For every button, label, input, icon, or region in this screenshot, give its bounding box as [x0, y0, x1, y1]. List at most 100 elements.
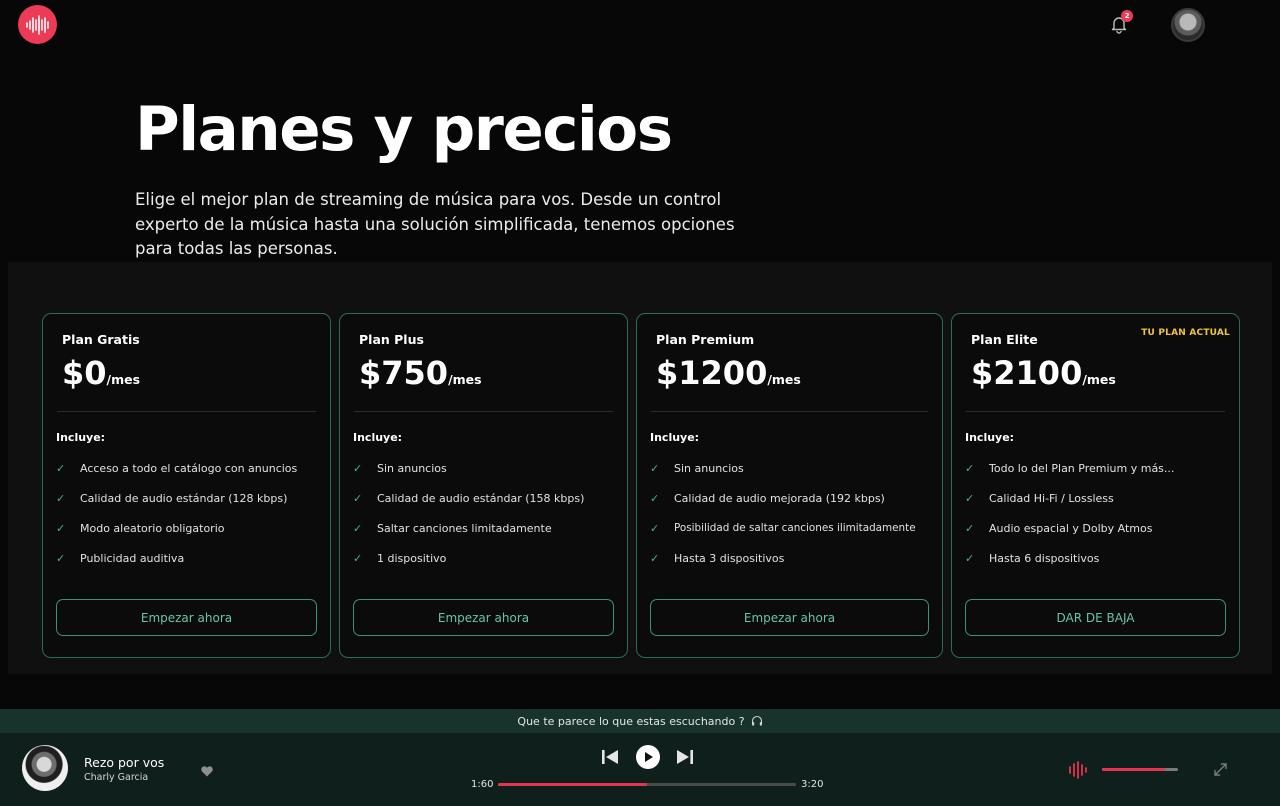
- feature-item: ✓ Modo aleatorio obligatorio: [56, 522, 324, 552]
- check-icon: ✓: [353, 522, 363, 535]
- feature-text: Sin anuncios: [377, 462, 447, 475]
- includes-label: Incluye:: [965, 431, 1015, 444]
- track-title[interactable]: Rezo por vos: [84, 755, 164, 770]
- price-amount: $750: [359, 354, 449, 392]
- volume-fill: [1102, 768, 1166, 771]
- check-icon: ✓: [56, 552, 66, 565]
- divider: [651, 411, 928, 412]
- feature-text: Saltar canciones limitadamente: [377, 522, 552, 535]
- divider: [57, 411, 316, 412]
- feature-list: ✓ Todo lo del Plan Premium y más... ✓ Cali…: [965, 462, 1233, 582]
- feature-text: Posibilidad de saltar canciones ilimitad…: [674, 522, 916, 534]
- feature-text: Hasta 6 dispositivos: [989, 552, 1100, 565]
- price-period: /mes: [106, 372, 141, 387]
- feature-item: ✓ Posibilidad de saltar canciones ilimita…: [650, 522, 936, 552]
- feature-text: Calidad de audio estándar (128 kbps): [80, 492, 288, 505]
- feature-text: Calidad de audio estándar (158 kbps): [377, 492, 585, 505]
- check-icon: ✓: [965, 462, 975, 475]
- check-icon: ✓: [56, 492, 66, 505]
- check-icon: ✓: [353, 552, 363, 565]
- plan-card-elite: TU PLAN ACTUAL Plan Elite $2100/mes Incl…: [951, 313, 1240, 658]
- plan-name: Plan Plus: [359, 332, 424, 347]
- check-icon: ✓: [650, 552, 660, 565]
- plan-price: $1200/mes: [656, 354, 801, 392]
- feedback-text: Que te parece lo que estas escuchando ?: [517, 714, 745, 728]
- feature-text: Hasta 3 dispositivos: [674, 552, 785, 565]
- total-time: 3:20: [801, 779, 824, 790]
- plan-price: $2100/mes: [971, 354, 1116, 392]
- check-icon: ✓: [56, 522, 66, 535]
- check-icon: ✓: [353, 492, 363, 505]
- includes-label: Incluye:: [56, 431, 106, 444]
- feature-text: Sin anuncios: [674, 462, 744, 475]
- current-plan-badge: TU PLAN ACTUAL: [1141, 328, 1230, 338]
- feedback-bar[interactable]: Que te parece lo que estas escuchando ?: [0, 709, 1280, 733]
- feature-text: Audio espacial y Dolby Atmos: [989, 522, 1153, 535]
- feature-item: ✓ Acceso a todo el catálogo con anuncios: [56, 462, 324, 492]
- plan-price: $0/mes: [62, 354, 140, 392]
- feature-item: ✓ Publicidad auditiva: [56, 552, 324, 582]
- volume-slider[interactable]: [1102, 768, 1178, 771]
- heart-icon[interactable]: [200, 763, 214, 777]
- plan-price: $750/mes: [359, 354, 482, 392]
- feature-text: 1 dispositivo: [377, 552, 447, 565]
- feature-item: ✓ Hasta 3 dispositivos: [650, 552, 936, 582]
- feature-item: ✓ Sin anuncios: [353, 462, 621, 492]
- feature-list: ✓ Sin anuncios ✓ Calidad de audio mejorada…: [650, 462, 936, 582]
- headphones-icon: [751, 715, 763, 727]
- check-icon: ✓: [965, 522, 975, 535]
- plan-name: Plan Premium: [656, 332, 755, 347]
- start-now-button[interactable]: Empezar ahora: [56, 599, 317, 636]
- price-period: /mes: [1082, 372, 1116, 387]
- includes-label: Incluye:: [650, 431, 700, 444]
- plan-card-premium: Plan Premium $1200/mes Incluye: ✓ Sin anu…: [636, 313, 943, 658]
- check-icon: ✓: [965, 552, 975, 565]
- soundwave-logo-icon[interactable]: [18, 5, 57, 44]
- price-amount: $0: [62, 354, 107, 392]
- hero-section: Planes y precios Elige el mejor plan de …: [135, 92, 755, 262]
- page-description: Elige el mejor plan de streaming de músi…: [135, 190, 735, 258]
- plan-card-gratis: Plan Gratis $0/mes Incluye: ✓ Acceso a to…: [42, 313, 331, 658]
- feature-item: ✓ Audio espacial y Dolby Atmos: [965, 522, 1233, 552]
- feature-text: Modo aleatorio obligatorio: [80, 522, 225, 535]
- feature-item: ✓ Sin anuncios: [650, 462, 936, 492]
- next-track-icon[interactable]: [676, 749, 694, 769]
- progress-fill: [498, 783, 647, 786]
- track-artist[interactable]: Charly Garcia: [84, 772, 148, 783]
- feature-text: Calidad Hi-Fi / Lossless: [989, 492, 1114, 505]
- feature-item: ✓ Calidad de audio estándar (128 kbps): [56, 492, 324, 522]
- price-amount: $2100: [971, 354, 1083, 392]
- feature-item: ✓ Todo lo del Plan Premium y más...: [965, 462, 1233, 492]
- price-period: /mes: [767, 372, 801, 387]
- check-icon: ✓: [650, 462, 660, 475]
- play-button[interactable]: [636, 745, 660, 769]
- notification-count-badge: 2: [1121, 10, 1133, 22]
- progress-bar[interactable]: [498, 783, 796, 786]
- divider: [354, 411, 613, 412]
- feature-item: ✓ Calidad de audio estándar (158 kbps): [353, 492, 621, 522]
- start-now-button[interactable]: Empezar ahora: [353, 599, 614, 636]
- start-now-button[interactable]: Empezar ahora: [650, 599, 929, 636]
- feature-item: ✓ Calidad de audio mejorada (192 kbps): [650, 492, 936, 522]
- feature-text: Publicidad auditiva: [80, 552, 185, 565]
- music-player: Rezo por vos Charly Garcia 1:60 3:20: [0, 733, 1280, 806]
- includes-label: Incluye:: [353, 431, 403, 444]
- play-icon: [645, 752, 653, 762]
- feature-item: ✓ 1 dispositivo: [353, 552, 621, 582]
- price-amount: $1200: [656, 354, 768, 392]
- cancel-subscription-button[interactable]: DAR DE BAJA: [965, 599, 1226, 636]
- feature-text: Acceso a todo el catálogo con anuncios: [80, 462, 298, 475]
- previous-track-icon[interactable]: [601, 749, 619, 769]
- feature-list: ✓ Sin anuncios ✓ Calidad de audio estándar…: [353, 462, 621, 582]
- plan-name: Plan Elite: [971, 332, 1038, 347]
- feature-list: ✓ Acceso a todo el catálogo con anuncios …: [56, 462, 324, 582]
- top-bar: 2: [0, 0, 1280, 50]
- check-icon: ✓: [56, 462, 66, 475]
- feature-text: Calidad de audio mejorada (192 kbps): [674, 492, 885, 505]
- volume-wave-icon[interactable]: [1068, 761, 1088, 779]
- feature-item: ✓ Hasta 6 dispositivos: [965, 552, 1233, 582]
- user-avatar[interactable]: [1171, 8, 1205, 42]
- plan-name: Plan Gratis: [62, 332, 140, 347]
- feature-item: ✓ Calidad Hi-Fi / Lossless: [965, 492, 1233, 522]
- expand-icon[interactable]: [1213, 762, 1228, 777]
